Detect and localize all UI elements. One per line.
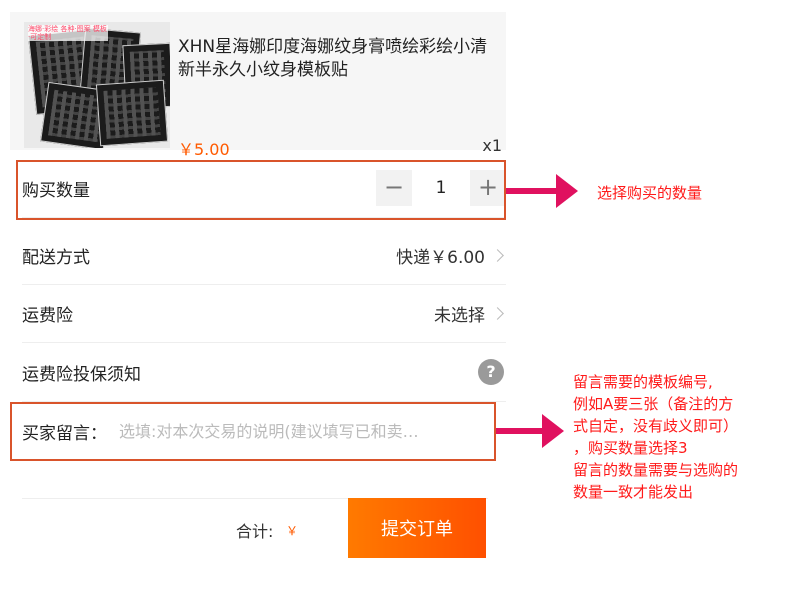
- delivery-row[interactable]: 配送方式 快递￥6.00: [22, 226, 506, 285]
- arrow-right-icon: [506, 174, 578, 208]
- total-label: 合计:: [236, 522, 274, 541]
- submit-order-button[interactable]: 提交订单: [348, 498, 486, 558]
- insurance-label: 运费险: [22, 305, 73, 326]
- insurance-value: 未选择: [434, 305, 485, 326]
- product-quantity: x1: [482, 136, 502, 155]
- product-thumbnail[interactable]: 海娜·彩绘 各种·图案 模板·可定制: [24, 22, 170, 148]
- insurance-notice-label: 运费险投保须知: [22, 364, 141, 385]
- arrow-right-icon: [496, 414, 564, 448]
- product-card: 海娜·彩绘 各种·图案 模板·可定制 XHN星海娜印度海娜纹身膏喷绘彩绘小清新半…: [10, 12, 506, 159]
- highlight-box-message: [10, 402, 496, 461]
- annotation-quantity: 选择购买的数量: [597, 184, 703, 202]
- product-title: XHN星海娜印度海娜纹身膏喷绘彩绘小清新半永久小纹身模板贴: [178, 37, 488, 80]
- stencil-sheet: [95, 79, 169, 147]
- thumbnail-caption: 海娜·彩绘 各种·图案 模板·可定制: [28, 25, 108, 41]
- delivery-value: 快递￥6.00: [396, 247, 485, 268]
- delivery-label: 配送方式: [22, 247, 90, 268]
- highlight-box-quantity: [16, 160, 506, 220]
- insurance-row[interactable]: 运费险 未选择: [22, 284, 506, 343]
- annotation-line: 留言需要的模板编号,: [573, 373, 713, 391]
- annotation-line: 式自定，没有歧义即可）: [573, 417, 739, 435]
- annotation-line: 例如A要三张（备注的方: [573, 395, 734, 413]
- help-icon[interactable]: ?: [478, 359, 504, 385]
- product-price: ￥5.00: [178, 140, 230, 159]
- total-currency: ￥: [286, 524, 299, 538]
- annotation-message: 留言需要的模板编号, 例如A要三张（备注的方 式自定，没有歧义即可） ，购买数量…: [573, 371, 738, 503]
- chevron-right-icon: [491, 248, 504, 262]
- annotation-line: ，购买数量选择3: [573, 439, 688, 457]
- insurance-notice-row: 运费险投保须知 ?: [22, 343, 506, 402]
- chevron-right-icon: [491, 306, 504, 320]
- annotation-line: 留言的数量需要与选购的: [573, 461, 739, 479]
- annotation-line: 数量一致才能发出: [573, 483, 694, 501]
